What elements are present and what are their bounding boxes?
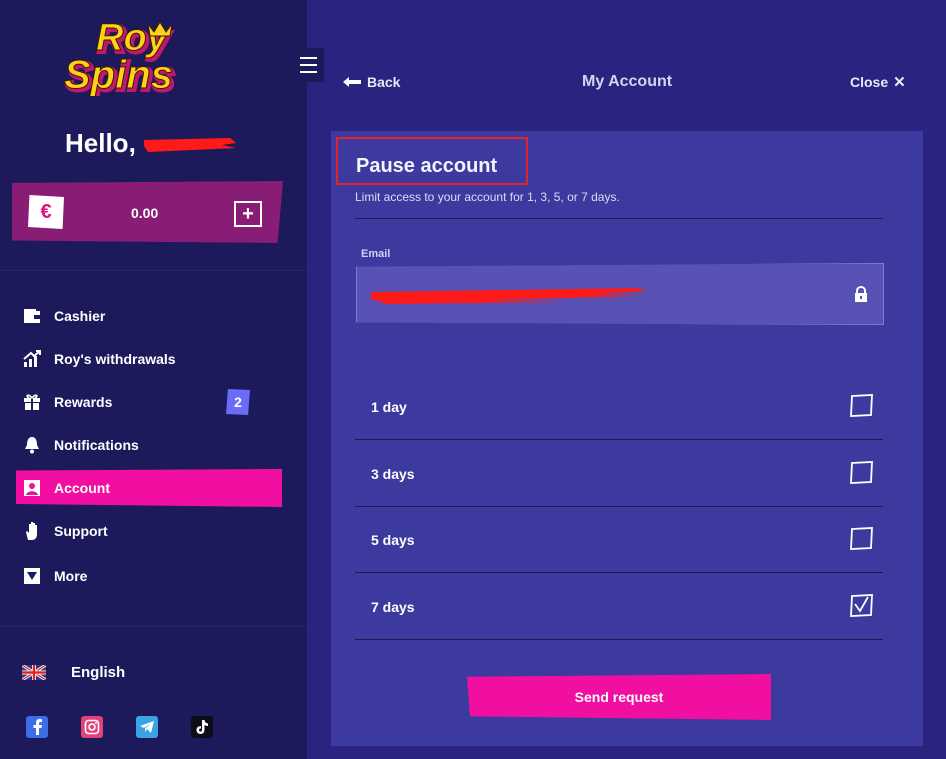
language-selector[interactable]: English	[22, 664, 125, 681]
sidebar-divider	[0, 626, 307, 627]
svg-text:Spins: Spins	[64, 53, 173, 96]
checkbox[interactable]	[849, 526, 875, 552]
email-field	[356, 263, 884, 325]
close-button[interactable]: Close ✕	[850, 73, 906, 91]
gift-icon	[22, 392, 42, 412]
arrow-left-icon	[343, 77, 361, 87]
option-label: 5 days	[371, 532, 415, 548]
checkbox-checked[interactable]	[849, 593, 875, 619]
sidebar-item-more[interactable]: More	[16, 557, 282, 595]
bell-icon	[22, 435, 42, 455]
user-icon	[22, 478, 42, 498]
balance-panel: € 0.00 +	[12, 181, 283, 243]
send-request-button[interactable]: Send request	[467, 674, 771, 720]
wallet-icon	[22, 306, 42, 326]
option-3-days[interactable]: 3 days	[355, 441, 883, 507]
hand-icon	[22, 521, 42, 541]
sidebar-item-label: Notifications	[54, 437, 139, 453]
uk-flag-icon	[22, 665, 46, 680]
page-title: My Account	[582, 73, 673, 90]
deposit-button[interactable]: +	[234, 201, 262, 227]
option-label: 1 day	[371, 399, 407, 415]
sidebar-item-label: More	[54, 568, 88, 584]
sidebar-item-label: Roy's withdrawals	[54, 351, 176, 367]
social-links	[26, 716, 246, 738]
lock-icon	[855, 286, 867, 302]
menu-toggle-button[interactable]	[292, 48, 324, 82]
back-label: Back	[367, 74, 401, 90]
option-divider	[355, 439, 883, 440]
section-description: Limit access to your account for 1, 3, 5…	[355, 190, 620, 204]
sidebar-item-account[interactable]: Account	[16, 469, 282, 507]
instagram-icon[interactable]	[81, 716, 103, 738]
telegram-icon[interactable]	[136, 716, 158, 738]
sidebar-item-label: Rewards	[54, 394, 113, 410]
greeting: Hello,	[65, 128, 236, 159]
sidebar-item-label: Cashier	[54, 308, 106, 324]
option-7-days[interactable]: 7 days	[355, 574, 883, 640]
redacted-username	[142, 135, 236, 153]
back-button[interactable]: Back	[343, 74, 400, 90]
option-5-days[interactable]: 5 days	[355, 507, 883, 573]
sidebar-divider	[0, 270, 307, 271]
option-divider	[355, 572, 883, 573]
section-divider	[355, 218, 883, 219]
sidebar-item-notifications[interactable]: Notifications	[16, 426, 282, 464]
tiktok-icon[interactable]	[191, 716, 213, 738]
close-icon: ✕	[893, 74, 906, 91]
chart-up-icon	[22, 349, 42, 369]
euro-icon: €	[28, 195, 64, 229]
sidebar-item-label: Support	[54, 523, 108, 539]
sidebar-item-label: Account	[54, 480, 110, 496]
checkbox[interactable]	[849, 393, 875, 419]
option-divider	[355, 639, 883, 640]
pause-account-panel: Pause account Limit access to your accou…	[331, 131, 923, 746]
sidebar-item-support[interactable]: Support	[16, 512, 282, 550]
sidebar: Roy Roy Spins Spins Hello, € 0.00 + Cash…	[0, 0, 307, 759]
redacted-email	[371, 288, 647, 304]
section-title: Pause account	[336, 137, 528, 185]
sidebar-item-roys-withdrawals[interactable]: Roy's withdrawals	[16, 340, 282, 378]
close-label: Close	[850, 74, 889, 90]
sidebar-item-rewards[interactable]: Rewards 2	[16, 383, 282, 421]
option-label: 3 days	[371, 466, 415, 482]
language-label: English	[71, 664, 126, 681]
roy-spins-logo[interactable]: Roy Roy Spins Spins	[60, 14, 240, 102]
option-label: 7 days	[371, 599, 415, 615]
rewards-count-badge: 2	[226, 389, 250, 415]
triangle-down-icon	[22, 566, 42, 586]
facebook-icon[interactable]	[26, 716, 48, 738]
balance-amount: 0.00	[131, 205, 159, 221]
option-1-day[interactable]: 1 day	[355, 374, 883, 440]
greeting-text: Hello,	[65, 128, 136, 158]
checkbox[interactable]	[849, 460, 875, 486]
sidebar-item-cashier[interactable]: Cashier	[16, 297, 282, 335]
email-label: Email	[361, 248, 391, 260]
